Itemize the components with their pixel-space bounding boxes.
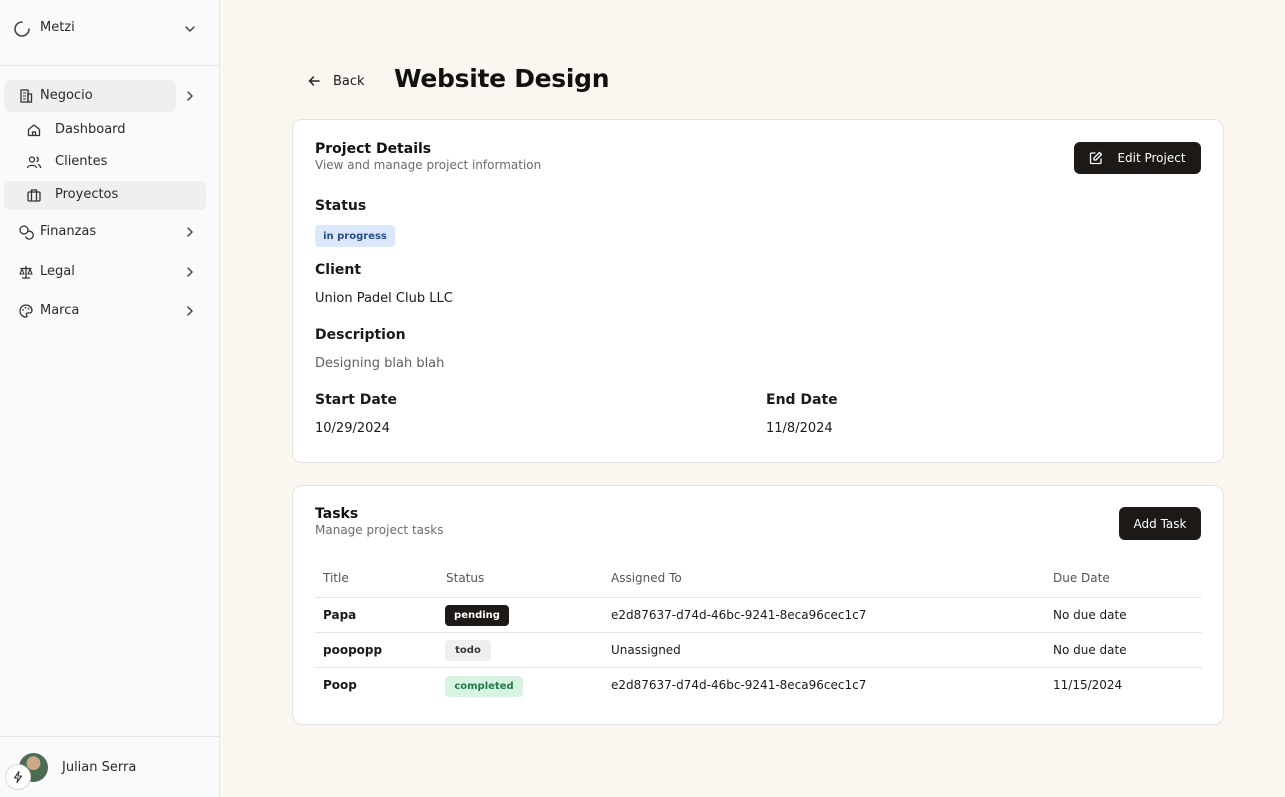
coins-icon: [19, 225, 34, 240]
chevron-right-icon: [187, 91, 193, 101]
task-assigned: e2d87637-d74d-46bc-9241-8eca96cec1c7: [611, 678, 867, 692]
task-due: No due date: [1053, 643, 1127, 657]
sidebar-item-label: Proyectos: [55, 187, 119, 202]
page-title: Website Design: [394, 64, 610, 93]
card-subtitle: Manage project tasks: [315, 523, 444, 537]
back-label: Back: [333, 73, 365, 89]
sidebar-group-label: Negocio: [40, 88, 93, 103]
table-row[interactable]: Papa pending e2d87637-d74d-46bc-9241-8ec…: [315, 597, 1202, 632]
edit-project-label: Edit Project: [1117, 151, 1186, 165]
sidebar-item-label: Dashboard: [55, 122, 126, 137]
task-title: poopopp: [323, 643, 383, 657]
description-label: Description: [315, 327, 406, 343]
chevron-right-icon: [187, 306, 193, 316]
sidebar-group-marca[interactable]: Marca: [4, 295, 193, 327]
card-title: Project Details: [315, 141, 432, 157]
user-menu[interactable]: Julian Serra: [0, 736, 219, 797]
workspace-name: Metzi: [40, 20, 75, 35]
task-due: No due date: [1053, 608, 1127, 622]
sidebar-item-dashboard[interactable]: Dashboard: [4, 116, 206, 145]
client-label: Client: [315, 262, 362, 278]
sidebar-group-label: Finanzas: [40, 224, 97, 239]
sidebar-group-negocio[interactable]: Negocio: [4, 80, 193, 112]
status-badge: in progress: [315, 225, 395, 247]
chevron-right-icon: [187, 227, 193, 237]
end-date-value: 11/8/2024: [766, 421, 833, 436]
back-button[interactable]: Back: [303, 68, 373, 94]
building-icon: [20, 89, 33, 103]
column-header-status: Status: [446, 571, 485, 585]
arrow-left-icon: [308, 76, 320, 86]
edit-icon: [1090, 151, 1103, 165]
project-details-card: Project Details View and manage project …: [292, 119, 1224, 463]
users-icon: [26, 156, 42, 169]
sidebar-group-label: Legal: [40, 264, 75, 279]
palette-icon: [19, 304, 33, 318]
sidebar-group-legal[interactable]: Legal: [4, 256, 193, 288]
start-date-value: 10/29/2024: [315, 421, 390, 436]
workspace-switcher[interactable]: Metzi: [0, 0, 219, 66]
scale-icon: [19, 266, 33, 279]
end-date-label: End Date: [766, 392, 838, 408]
sidebar-item-proyectos[interactable]: Proyectos: [4, 181, 206, 210]
column-header-title: Title: [323, 571, 349, 585]
status-label: Status: [315, 198, 367, 214]
task-title: Poop: [323, 678, 357, 692]
loader-icon: [14, 21, 30, 37]
table-row[interactable]: Poop completed e2d87637-d74d-46bc-9241-8…: [315, 667, 1202, 702]
chevron-down-icon: [185, 26, 195, 32]
card-title: Tasks: [315, 506, 359, 522]
edit-project-button[interactable]: Edit Project: [1074, 142, 1201, 174]
description-value: Designing blah blah: [315, 356, 445, 371]
task-status-badge: todo: [445, 640, 491, 661]
tasks-card: Tasks Manage project tasks Add Task Titl…: [292, 485, 1224, 725]
start-date-label: Start Date: [315, 392, 397, 408]
home-icon: [27, 124, 41, 137]
table-row[interactable]: poopopp todo Unassigned No due date: [315, 632, 1202, 667]
task-assigned: Unassigned: [611, 643, 681, 657]
task-assigned: e2d87637-d74d-46bc-9241-8eca96cec1c7: [611, 608, 867, 622]
bolt-icon: [13, 770, 23, 784]
sidebar-item-label: Clientes: [55, 154, 108, 169]
sidebar-item-clientes[interactable]: Clientes: [4, 148, 206, 177]
task-status-badge: pending: [445, 605, 509, 626]
sidebar-group-label: Marca: [40, 303, 80, 318]
add-task-label: Add Task: [1133, 516, 1187, 531]
sidebar-group-finanzas[interactable]: Finanzas: [4, 216, 193, 248]
task-status-badge: completed: [445, 676, 523, 697]
task-due: 11/15/2024: [1053, 678, 1123, 692]
task-title: Papa: [323, 608, 357, 622]
sidebar: Metzi Negocio Dashboard Clientes Proyect…: [0, 0, 220, 797]
card-subtitle: View and manage project information: [315, 158, 542, 172]
column-header-due: Due Date: [1053, 571, 1110, 585]
bolt-button[interactable]: [5, 764, 31, 790]
column-header-assigned: Assigned To: [611, 571, 682, 585]
chevron-right-icon: [187, 267, 193, 277]
add-task-button[interactable]: Add Task: [1119, 507, 1201, 540]
briefcase-icon: [27, 189, 41, 202]
client-value: Union Padel Club LLC: [315, 291, 453, 306]
user-name: Julian Serra: [62, 760, 137, 775]
